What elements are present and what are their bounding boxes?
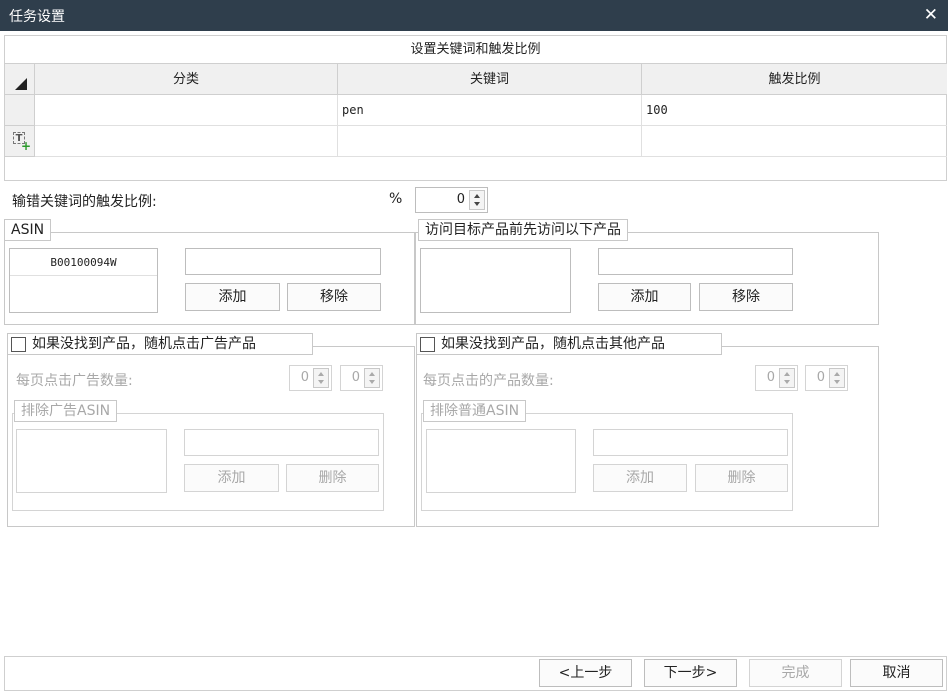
visit-before-add-button[interactable]: 添加: [598, 283, 691, 311]
row-header[interactable]: [5, 95, 35, 126]
other-product-checkbox[interactable]: [420, 337, 435, 352]
exclude-ad-delete-button[interactable]: 删除: [286, 464, 379, 492]
spinner-arrows-icon[interactable]: [779, 368, 795, 388]
new-cell-ratio[interactable]: [642, 126, 947, 157]
cancel-button[interactable]: 取消: [850, 659, 943, 687]
column-header-category[interactable]: 分类: [35, 64, 338, 95]
visit-before-legend: 访问目标产品前先访问以下产品: [418, 219, 628, 241]
exclude-normal-asin-legend: 排除普通ASIN: [423, 400, 527, 422]
other-product-legend: 如果没找到产品，随机点击其他产品: [416, 333, 722, 355]
column-header-keyword[interactable]: 关键词: [338, 64, 642, 95]
other-click-max-value: 0: [816, 370, 825, 385]
cell-category[interactable]: [35, 95, 338, 126]
column-header-ratio[interactable]: 触发比例: [642, 64, 947, 95]
asin-add-button[interactable]: 添加: [185, 283, 280, 311]
misspell-ratio-spinner[interactable]: 0: [415, 187, 488, 213]
other-product-checkbox-label: 如果没找到产品，随机点击其他产品: [441, 336, 665, 352]
asin-list-item[interactable]: B00100094W: [10, 249, 157, 276]
spinner-arrows-icon[interactable]: [469, 190, 485, 210]
ad-click-max-spinner[interactable]: 0: [340, 365, 383, 391]
visit-before-list[interactable]: [420, 248, 571, 313]
exclude-ad-asin-input[interactable]: [184, 429, 379, 456]
spinner-arrows-icon[interactable]: [364, 368, 380, 388]
other-click-count-label: 每页点击的产品数量:: [423, 373, 554, 389]
exclude-ad-asin-legend: 排除广告ASIN: [14, 400, 118, 422]
other-click-min-value: 0: [766, 370, 775, 385]
add-row-icon: T +: [12, 132, 31, 153]
ad-click-count-label: 每页点击广告数量:: [16, 373, 133, 389]
ad-product-checkbox-label: 如果没找到产品，随机点击广告产品: [32, 336, 256, 352]
new-cell-keyword[interactable]: [338, 126, 642, 157]
keyword-grid: 设置关键词和触发比例 分类 关键词 触发比例 pen 100 T +: [4, 35, 947, 181]
exclude-normal-asin-input[interactable]: [593, 429, 788, 456]
finish-button[interactable]: 完成: [749, 659, 842, 687]
cell-keyword[interactable]: pen: [338, 95, 642, 126]
percent-sign: %: [389, 191, 403, 207]
exclude-normal-delete-button[interactable]: 删除: [695, 464, 788, 492]
ad-product-legend: 如果没找到产品，随机点击广告产品: [7, 333, 313, 355]
misspell-ratio-label: 输错关键词的触发比例:: [12, 194, 157, 210]
exclude-ad-asin-list[interactable]: [16, 429, 167, 493]
prev-step-button[interactable]: <上一步: [539, 659, 632, 687]
grid-corner[interactable]: [5, 64, 35, 95]
ad-click-min-spinner[interactable]: 0: [289, 365, 332, 391]
exclude-normal-asin-list[interactable]: [426, 429, 576, 493]
exclude-ad-add-button[interactable]: 添加: [184, 464, 279, 492]
spinner-arrows-icon[interactable]: [829, 368, 845, 388]
other-click-max-spinner[interactable]: 0: [805, 365, 848, 391]
window-title: 任务设置: [9, 9, 65, 25]
spinner-arrows-icon[interactable]: [313, 368, 329, 388]
asin-remove-button[interactable]: 移除: [287, 283, 381, 311]
ad-click-min-value: 0: [300, 370, 309, 385]
ad-click-max-value: 0: [351, 370, 360, 385]
asin-legend: ASIN: [4, 219, 52, 241]
new-cell-category[interactable]: [35, 126, 338, 157]
asin-input[interactable]: [185, 248, 381, 275]
cell-ratio[interactable]: 100: [642, 95, 947, 126]
visit-before-remove-button[interactable]: 移除: [699, 283, 793, 311]
ad-product-checkbox[interactable]: [11, 337, 26, 352]
misspell-ratio-value: 0: [456, 192, 465, 207]
new-row-header[interactable]: T +: [5, 126, 35, 157]
next-step-button[interactable]: 下一步>: [644, 659, 737, 687]
asin-list[interactable]: B00100094W: [9, 248, 158, 313]
exclude-normal-add-button[interactable]: 添加: [593, 464, 687, 492]
title-bar: 任务设置 ✕: [0, 0, 948, 31]
select-all-icon: [15, 78, 27, 90]
visit-before-input[interactable]: [598, 248, 793, 275]
other-click-min-spinner[interactable]: 0: [755, 365, 798, 391]
grid-caption: 设置关键词和触发比例: [5, 36, 946, 64]
close-icon[interactable]: ✕: [924, 5, 938, 25]
